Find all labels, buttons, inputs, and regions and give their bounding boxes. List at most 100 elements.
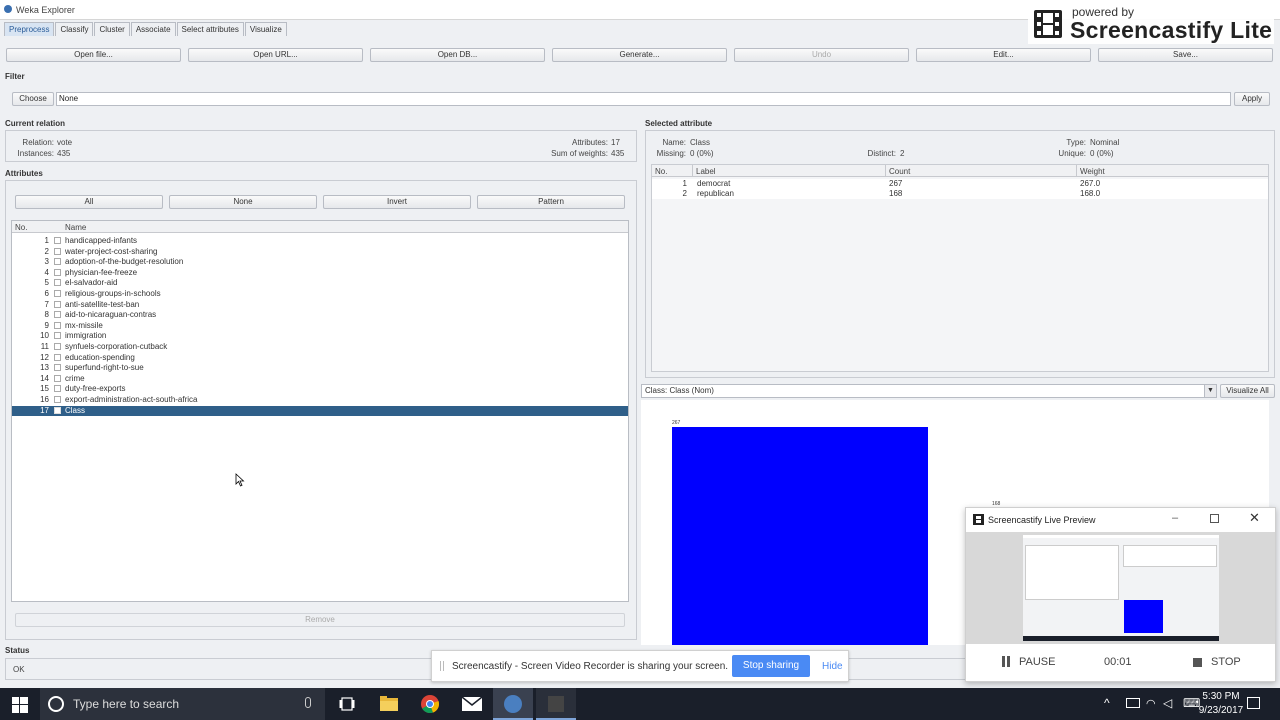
preview-thumbnail [1023, 535, 1219, 641]
label-row-label: republican [697, 189, 734, 198]
tab-cluster[interactable]: Cluster [94, 22, 130, 36]
attribute-row[interactable]: 3 adoption-of-the-budget-resolution [12, 257, 628, 267]
attribute-checkbox[interactable] [54, 321, 61, 329]
attribute-row[interactable]: 2 water-project-cost-sharing [12, 247, 628, 257]
attribute-row-no: 13 [40, 363, 49, 373]
minimize-icon[interactable]: – [1172, 512, 1178, 524]
attribute-row[interactable]: 15 duty-free-exports [12, 384, 628, 394]
attribute-row[interactable]: 6 religious-groups-in-schools [12, 289, 628, 299]
edit-button[interactable]: Edit... [916, 48, 1091, 62]
chevron-up-icon[interactable]: ^ [1104, 696, 1110, 710]
undo-button[interactable]: Undo [734, 48, 909, 62]
maximize-icon[interactable] [1210, 514, 1219, 523]
sel-name-label: Name: [662, 138, 686, 147]
attribute-row[interactable]: 7 anti-satellite-test-ban [12, 300, 628, 310]
tab-select-attributes[interactable]: Select attributes [176, 22, 244, 36]
windows-start-icon[interactable] [12, 697, 28, 713]
attribute-checkbox[interactable] [54, 290, 61, 297]
class-attribute-select[interactable]: Class: Class (Nom) ▼ [641, 384, 1217, 398]
attribute-checkbox[interactable] [54, 258, 61, 266]
attribute-row[interactable]: 17 Class [12, 405, 628, 416]
remove-button[interactable]: Remove [15, 613, 625, 627]
apply-filter-button[interactable]: Apply [1234, 92, 1270, 106]
attribute-checkbox[interactable] [54, 311, 61, 319]
attribute-checkbox[interactable] [54, 300, 61, 308]
close-icon[interactable]: ✕ [1249, 510, 1260, 526]
tab-preprocess[interactable]: Preprocess [4, 22, 55, 36]
attribute-checkbox[interactable] [54, 364, 61, 372]
attribute-row[interactable]: 12 education-spending [12, 353, 628, 363]
attribute-checkbox[interactable] [54, 385, 61, 393]
taskbar-time[interactable]: 5:30 PM [1200, 691, 1242, 702]
chrome-icon[interactable] [421, 695, 439, 713]
lbl-col-label-header[interactable]: Label [696, 167, 716, 176]
task-view-icon[interactable] [339, 697, 355, 711]
microphone-icon[interactable] [305, 697, 311, 708]
attribute-row[interactable]: 10 immigration [12, 331, 628, 341]
attribute-checkbox[interactable] [54, 406, 61, 414]
attribute-checkbox[interactable] [54, 268, 61, 276]
open-file-button[interactable]: Open file... [6, 48, 181, 62]
hide-button[interactable]: Hide [822, 661, 843, 672]
attribute-row-no: 1 [44, 236, 49, 245]
attribute-checkbox[interactable] [54, 374, 61, 382]
tab-visualize[interactable]: Visualize [244, 22, 287, 36]
labels-table-header: No. Label Count Weight [652, 165, 1268, 177]
lbl-col-weight-header[interactable]: Weight [1080, 167, 1105, 176]
col-no-header[interactable]: No. [15, 223, 27, 232]
mail-icon[interactable] [462, 697, 482, 711]
volume-icon[interactable]: ◁ [1163, 696, 1172, 710]
attribute-row[interactable]: 1 handicapped-infants [12, 236, 628, 246]
filter-field[interactable]: None [56, 92, 1231, 106]
attribute-row[interactable]: 9 mx-missile [12, 321, 628, 331]
stop-button[interactable]: STOP [1211, 656, 1241, 668]
attribute-row[interactable]: 14 crime [12, 374, 628, 384]
attribute-row[interactable]: 8 aid-to-nicaraguan-contras [12, 310, 628, 320]
wifi-icon[interactable]: ◠ [1146, 697, 1156, 710]
col-name-header[interactable]: Name [65, 223, 86, 232]
tab-associate[interactable]: Associate [130, 22, 176, 36]
generate-button[interactable]: Generate... [552, 48, 727, 62]
label-row[interactable]: 1 democrat 267 267.0 [652, 179, 1268, 189]
select-none-button[interactable]: None [169, 195, 317, 209]
attribute-checkbox[interactable] [54, 237, 61, 244]
choose-filter-button[interactable]: Choose [12, 92, 54, 106]
attribute-checkbox[interactable] [54, 343, 61, 350]
attribute-checkbox[interactable] [54, 396, 61, 403]
attribute-row[interactable]: 13 superfund-right-to-sue [12, 363, 628, 373]
network-icon[interactable] [1126, 698, 1140, 708]
lbl-col-no-header[interactable]: No. [655, 167, 667, 176]
visualize-all-button[interactable]: Visualize All [1220, 384, 1275, 398]
attribute-row-no: 17 [40, 405, 49, 415]
screencastify-taskbar-button[interactable] [536, 688, 576, 720]
open-url-button[interactable]: Open URL... [188, 48, 363, 62]
attribute-row[interactable]: 16 export-administration-act-south-africa [12, 395, 628, 405]
attribute-row[interactable]: 4 physician-fee-freeze [12, 268, 628, 278]
attribute-checkbox[interactable] [54, 247, 61, 255]
status-section-title: Status [5, 646, 30, 655]
file-explorer-icon[interactable] [380, 696, 398, 712]
attribute-checkbox[interactable] [54, 353, 61, 361]
pause-button[interactable]: PAUSE [1019, 656, 1055, 668]
weka-taskbar-button[interactable] [493, 688, 533, 720]
tab-classify[interactable]: Classify [55, 22, 94, 36]
attribute-row[interactable]: 11 synfuels-corporation-cutback [12, 342, 628, 352]
open-db-button[interactable]: Open DB... [370, 48, 545, 62]
drag-handle-icon[interactable] [440, 661, 441, 671]
taskbar-search-box[interactable]: Type here to search [40, 688, 325, 720]
lbl-col-count-header[interactable]: Count [889, 167, 910, 176]
select-all-button[interactable]: All [15, 195, 163, 209]
invert-selection-button[interactable]: Invert [323, 195, 471, 209]
sel-unique-label: Unique: [1058, 149, 1086, 158]
taskbar-date[interactable]: 9/23/2017 [1196, 705, 1246, 716]
label-row[interactable]: 2 republican 168 168.0 [652, 189, 1268, 199]
notifications-icon[interactable] [1247, 697, 1260, 709]
pattern-button[interactable]: Pattern [477, 195, 625, 209]
attributes-section-title: Attributes [5, 169, 43, 178]
attribute-checkbox[interactable] [54, 279, 61, 287]
chevron-down-icon[interactable]: ▼ [1204, 385, 1216, 397]
save-button[interactable]: Save... [1098, 48, 1273, 62]
attribute-checkbox[interactable] [54, 332, 61, 340]
attribute-row[interactable]: 5 el-salvador-aid [12, 278, 628, 288]
stop-sharing-button[interactable]: Stop sharing [732, 655, 810, 677]
